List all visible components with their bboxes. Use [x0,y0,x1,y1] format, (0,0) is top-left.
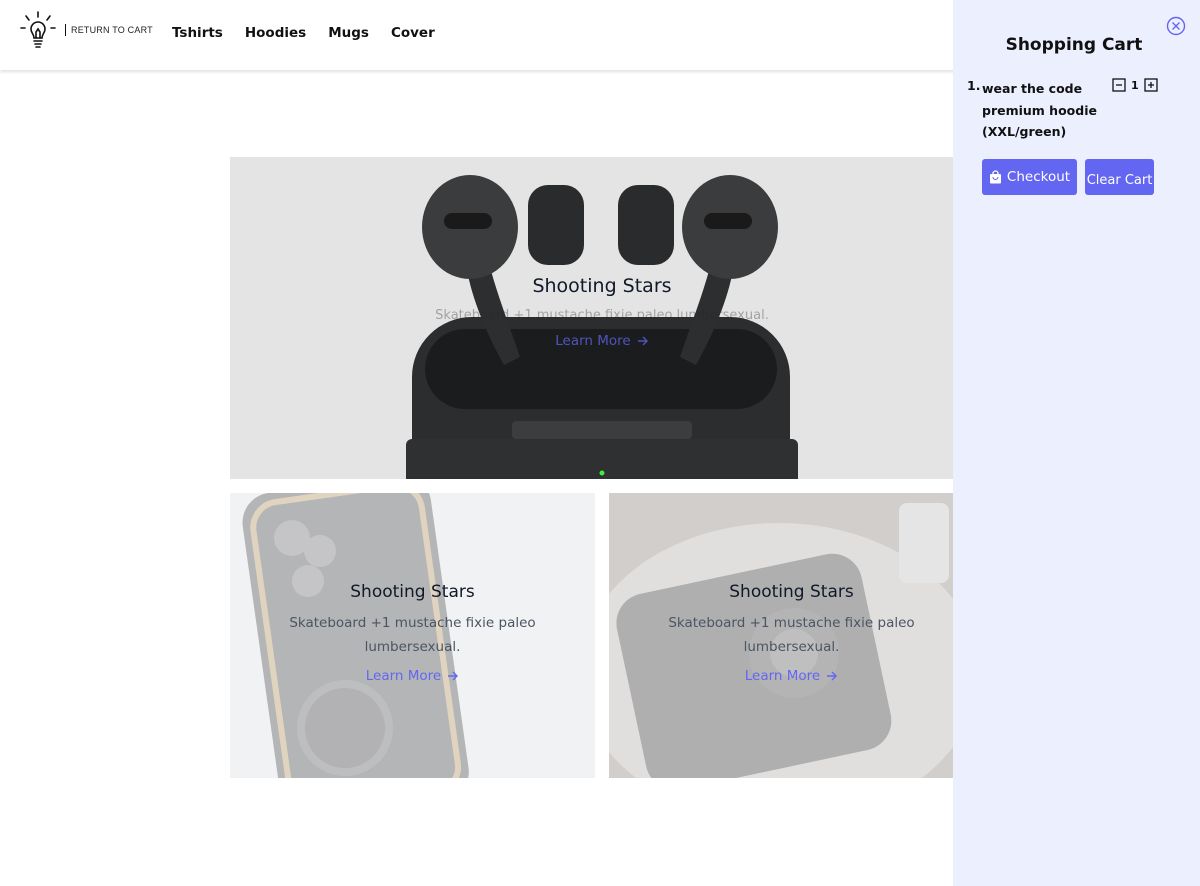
main-nav: Tshirts Hoodies Mugs Cover [172,25,457,41]
minus-square-icon[interactable] [1112,78,1126,92]
nav-hoodies[interactable]: Hoodies [245,25,306,41]
tile1-subtitle-line1: Skateboard +1 mustache fixie paleo [289,615,536,631]
product-tile-phone-case: Shooting Stars Skateboard +1 mustache fi… [230,493,595,778]
tile1-text: Shooting Stars Skateboard +1 mustache fi… [230,582,595,684]
cart-item: 1. wear the code premium hoodie (XXL/gre… [967,78,1167,148]
checkout-button[interactable]: Checkout [982,159,1077,195]
close-circle-icon[interactable] [1166,16,1186,36]
clear-cart-button[interactable]: Clear Cart [1085,159,1154,195]
cart-item-name: wear the code premium hoodie (XXL/green) [982,78,1107,143]
tile1-title: Shooting Stars [350,582,475,602]
shopping-bag-icon [989,170,1001,184]
plus-square-icon[interactable] [1144,78,1158,92]
tile1-subtitle-line2: lumbersexual. [364,639,461,655]
hero-title: Shooting Stars [532,275,672,297]
quantity-stepper: 1 [1112,78,1158,92]
hero-text: Shooting Stars Skateboard +1 mustache fi… [410,275,794,349]
quantity-value: 1 [1131,78,1139,92]
return-to-cart-logo-text[interactable]: RETURN TO CART [71,25,153,35]
cart-item-number: 1. [967,78,981,93]
nav-tshirts[interactable]: Tshirts [172,25,223,41]
tile2-title: Shooting Stars [729,582,854,602]
arrow-right-icon [637,336,648,346]
product-tile-phone-in-hand: Shooting Stars Skateboard +1 mustache fi… [609,493,969,778]
checkout-label: Checkout [1006,169,1071,185]
arrow-right-icon [448,671,459,681]
bulb-logo-icon[interactable] [20,11,56,51]
hero-learn-more-link[interactable]: Learn More [555,333,649,349]
shopping-cart-drawer: Shopping Cart 1. wear the code premium h… [953,0,1200,886]
cart-item-name-line3: (XXL/green) [982,124,1067,139]
cart-title: Shopping Cart [1005,35,1143,55]
arrow-right-icon [827,671,838,681]
nav-cover[interactable]: Cover [391,25,435,41]
hero-banner: Shooting Stars Skateboard +1 mustache fi… [230,157,970,479]
tile2-learn-more-link[interactable]: Learn More [745,668,839,684]
tile1-learn-more-label: Learn More [365,668,442,684]
tile2-learn-more-label: Learn More [744,668,821,684]
cart-item-name-line1: wear the code [982,81,1083,96]
nav-mugs[interactable]: Mugs [328,25,369,41]
cart-item-name-line2: premium hoodie [982,102,1097,118]
hero-learn-more-label: Learn More [555,333,631,349]
tile2-subtitle-line2: lumbersexual. [743,639,840,655]
hero-subtitle: Skateboard +1 mustache fixie paleo lumbe… [435,308,769,323]
tile1-learn-more-link[interactable]: Learn More [366,668,460,684]
tile2-text: Shooting Stars Skateboard +1 mustache fi… [609,582,969,684]
tile2-subtitle-line1: Skateboard +1 mustache fixie paleo [668,615,915,631]
logo-divider [65,24,66,36]
cart-items-list: 1. wear the code premium hoodie (XXL/gre… [967,78,1167,148]
